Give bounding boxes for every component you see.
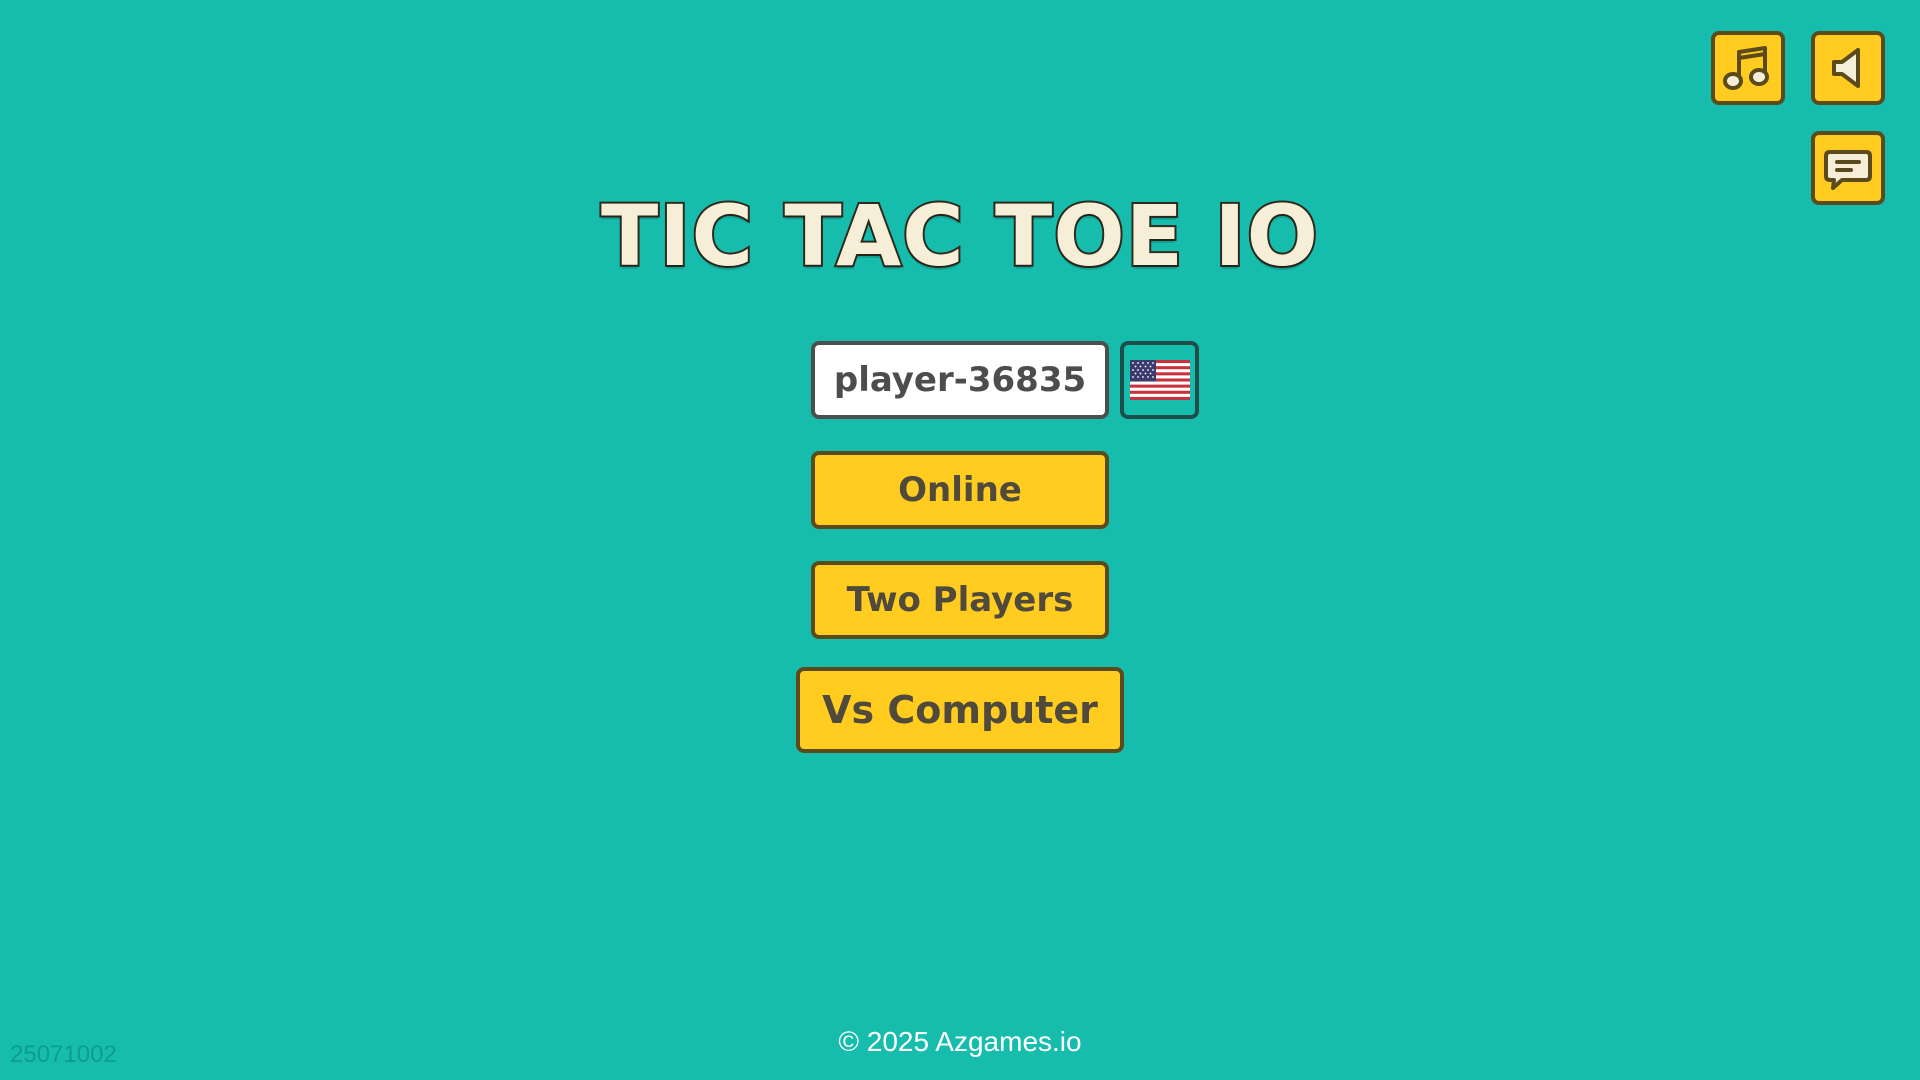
game-title: TIC TAC TOE IO: [599, 185, 1320, 287]
country-flag-button[interactable]: [1120, 341, 1199, 419]
two-players-button[interactable]: Two Players: [811, 561, 1109, 639]
music-toggle-button[interactable]: [1711, 31, 1785, 105]
version-number: 25071002: [10, 1041, 117, 1068]
online-button[interactable]: Online: [811, 451, 1109, 529]
speaker-icon: [1832, 48, 1860, 88]
copyright-text: © 2025 Azgames.io: [838, 1026, 1082, 1057]
vs-computer-button[interactable]: Vs Computer: [796, 667, 1124, 753]
sound-toggle-button[interactable]: [1811, 31, 1885, 105]
music-note-icon: [1723, 46, 1769, 90]
player-name-input[interactable]: [811, 341, 1109, 419]
us-flag-icon: [1129, 360, 1190, 400]
